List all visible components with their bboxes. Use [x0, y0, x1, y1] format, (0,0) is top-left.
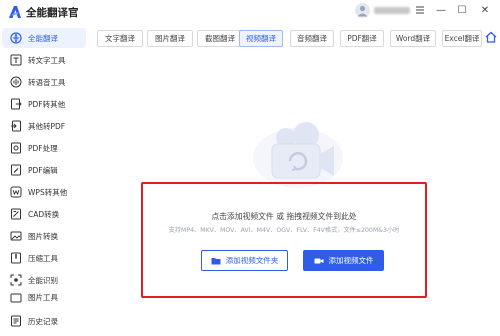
supported-formats-text: 支持MP4、MKV、MOV、AVI、M4V、OGV、FLV、F4V格式，文件≤2…	[168, 227, 400, 234]
app-window: 全能翻译官 — ☐ ✕ 全能翻译 转文字工具 转语音工具 PDF转其他 其他转P…	[0, 0, 500, 336]
tab-label: Word翻译	[395, 34, 431, 43]
tab-video-translate[interactable]: 视频翻译	[239, 30, 283, 47]
tab-image-translate[interactable]: 图片翻译	[147, 30, 193, 47]
sidebar-item-label: 全能翻译	[28, 33, 58, 43]
text-convert-icon	[10, 54, 22, 66]
tab-pdf-translate[interactable]: PDF翻译	[340, 30, 384, 47]
sidebar-item-text-tools[interactable]: 转文字工具	[2, 50, 86, 70]
main-content: 点击添加视频文件 或 拖拽视频文件到此处 支持MP4、MKV、MOV、AVI、M…	[88, 50, 500, 336]
translate-tabs: 文字翻译 图片翻译 截图翻译 视频翻译 音频翻译 PDF翻译 Word翻译 Ex…	[88, 26, 500, 50]
tab-excel-translate[interactable]: Excel翻译	[442, 30, 482, 47]
sidebar: 全能翻译 转文字工具 转语音工具 PDF转其他 其他转PDF PDF处理 PDF…	[0, 26, 88, 336]
tab-screenshot-translate[interactable]: 截图翻译	[197, 30, 243, 47]
sidebar-item-label: 图片转换	[28, 231, 58, 241]
compress-icon	[11, 252, 21, 264]
sidebar-item-label: 压缩工具	[28, 253, 58, 263]
video-file-icon	[314, 258, 323, 263]
recognize-icon	[10, 274, 22, 286]
app-logo-icon	[9, 6, 21, 18]
sidebar-item-label: 历史记录	[28, 316, 58, 326]
sidebar-item-wps-to-other[interactable]: WPS转其他	[2, 182, 86, 202]
sidebar-item-label: WPS转其他	[28, 187, 68, 197]
tab-label: 图片翻译	[155, 34, 185, 43]
app-title: 全能翻译官	[26, 7, 79, 19]
translate-icon	[10, 32, 22, 44]
tab-label: 截图翻译	[205, 34, 235, 43]
sidebar-item-label: 其他转PDF	[28, 121, 66, 131]
avatar-icon	[357, 5, 368, 17]
add-file-label: 添加视频文件	[328, 256, 374, 265]
add-folder-label: 添加视频文件夹	[225, 256, 279, 265]
sidebar-item-other-to-pdf[interactable]: 其他转PDF	[2, 116, 86, 136]
sidebar-item-pdf-to-other[interactable]: PDF转其他	[2, 94, 86, 114]
pdf-process-icon	[11, 142, 21, 154]
home-icon[interactable]	[484, 30, 498, 44]
image-tool-icon	[10, 293, 22, 303]
wps-icon	[10, 186, 22, 198]
tab-label: 文字翻译	[105, 34, 135, 43]
sidebar-item-image-convert[interactable]: 图片转换	[2, 226, 86, 246]
sidebar-item-pdf-process[interactable]: PDF处理	[2, 138, 86, 158]
tab-label: 视频翻译	[246, 34, 276, 43]
sidebar-item-label: PDF编辑	[28, 165, 58, 175]
sidebar-item-label: 转语音工具	[28, 77, 66, 87]
tab-label: Excel翻译	[444, 34, 480, 43]
sidebar-item-label: 图片工具	[28, 293, 58, 302]
file-drop-zone[interactable]: 点击添加视频文件 或 拖拽视频文件到此处 支持MP4、MKV、MOV、AVI、M…	[141, 182, 427, 298]
cad-icon	[11, 208, 21, 220]
add-video-folder-button[interactable]: 添加视频文件夹	[201, 250, 288, 271]
minimize-icon: —	[436, 4, 446, 16]
voice-icon	[10, 76, 22, 88]
sidebar-item-image-tools[interactable]: 图片工具	[2, 292, 86, 304]
user-avatar[interactable]	[355, 3, 370, 18]
minimize-button[interactable]: —	[433, 2, 449, 18]
sidebar-item-recognize[interactable]: 全能识别	[2, 270, 86, 290]
image-convert-icon	[10, 231, 22, 241]
drop-zone-instruction: 点击添加视频文件 或 拖拽视频文件到此处	[211, 212, 357, 221]
sidebar-item-label: 转文字工具	[28, 55, 66, 65]
sidebar-item-voice-tools[interactable]: 转语音工具	[2, 72, 86, 92]
user-name-blurred[interactable]	[374, 7, 410, 14]
sidebar-item-all-translate[interactable]: 全能翻译	[2, 28, 86, 48]
title-bar: 全能翻译官 — ☐ ✕	[0, 0, 500, 26]
close-button[interactable]: ✕	[477, 2, 493, 18]
tab-label: 音频翻译	[297, 34, 327, 43]
menu-button[interactable]	[412, 2, 428, 18]
sidebar-item-cad-convert[interactable]: CAD转换	[2, 204, 86, 224]
sidebar-item-label: 全能识别	[28, 275, 58, 285]
sidebar-item-compress[interactable]: 压缩工具	[2, 248, 86, 268]
sidebar-item-label: PDF处理	[28, 143, 58, 153]
history-icon	[11, 315, 21, 327]
tab-label: PDF翻译	[347, 34, 377, 43]
sidebar-item-history[interactable]: 历史记录	[2, 311, 86, 331]
menu-icon	[416, 6, 424, 14]
folder-icon	[211, 257, 221, 264]
tab-text-translate[interactable]: 文字翻译	[97, 30, 143, 47]
video-camera-illustration-icon	[253, 122, 343, 188]
sidebar-item-label: PDF转其他	[28, 99, 66, 109]
pdf-import-icon	[11, 120, 21, 132]
add-video-file-button[interactable]: 添加视频文件	[303, 250, 384, 271]
pdf-export-icon	[11, 98, 22, 110]
sidebar-item-label: CAD转换	[28, 209, 60, 219]
pdf-edit-icon	[11, 164, 21, 176]
close-icon: ✕	[480, 4, 490, 16]
maximize-icon: ☐	[457, 4, 467, 16]
sidebar-item-pdf-edit[interactable]: PDF编辑	[2, 160, 86, 180]
tab-audio-translate[interactable]: 音频翻译	[290, 30, 334, 47]
tab-word-translate[interactable]: Word翻译	[390, 30, 436, 47]
maximize-button[interactable]: ☐	[454, 2, 470, 18]
